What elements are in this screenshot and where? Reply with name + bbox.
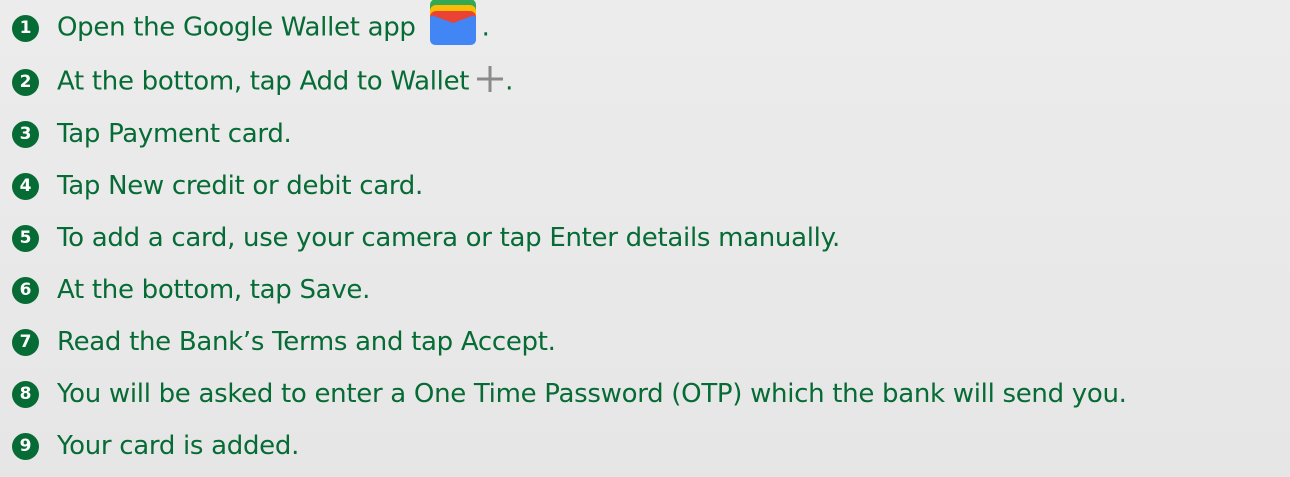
step-number: 5: [12, 224, 39, 252]
step-number: 8: [12, 380, 39, 408]
step-number: 6: [12, 276, 39, 304]
step-text: To add a card, use your camera or tap En…: [57, 223, 840, 253]
step-number: 9: [12, 432, 39, 460]
step-text: Open the Google Wallet app .: [57, 0, 490, 51]
step-5: 5 To add a card, use your camera or tap …: [12, 212, 1288, 264]
step-number: 3: [12, 120, 39, 148]
step-number: 7: [12, 328, 39, 356]
step-6: 6 At the bottom, tap Save.: [12, 264, 1288, 316]
step-8: 8 You will be asked to enter a One Time …: [12, 368, 1288, 420]
step-2: 2 At the bottom, tap Add to Wallet .: [12, 56, 1288, 108]
step-7: 7 Read the Bank’s Terms and tap Accept.: [12, 316, 1288, 368]
step-text: You will be asked to enter a One Time Pa…: [57, 379, 1127, 409]
step-4: 4 Tap New credit or debit card.: [12, 160, 1288, 212]
plus-icon: [477, 66, 504, 92]
steps-list: 1 Open the Google Wallet app . 2 At the …: [12, 0, 1288, 472]
step-9: 9 Your card is added.: [12, 420, 1288, 472]
step-number: 1: [12, 14, 39, 42]
step-text: At the bottom, tap Add to Wallet .: [57, 66, 513, 97]
step-3: 3 Tap Payment card.: [12, 108, 1288, 160]
step-1: 1 Open the Google Wallet app .: [12, 0, 1288, 56]
step-text: Your card is added.: [57, 431, 300, 461]
step-number: 2: [12, 68, 39, 96]
step-text: Tap New credit or debit card.: [57, 171, 423, 201]
google-wallet-icon: [429, 0, 476, 45]
step-text: At the bottom, tap Save.: [57, 275, 371, 305]
step-text: Read the Bank’s Terms and tap Accept.: [57, 327, 556, 357]
step-number: 4: [12, 172, 39, 200]
step-text: Tap Payment card.: [57, 119, 292, 149]
